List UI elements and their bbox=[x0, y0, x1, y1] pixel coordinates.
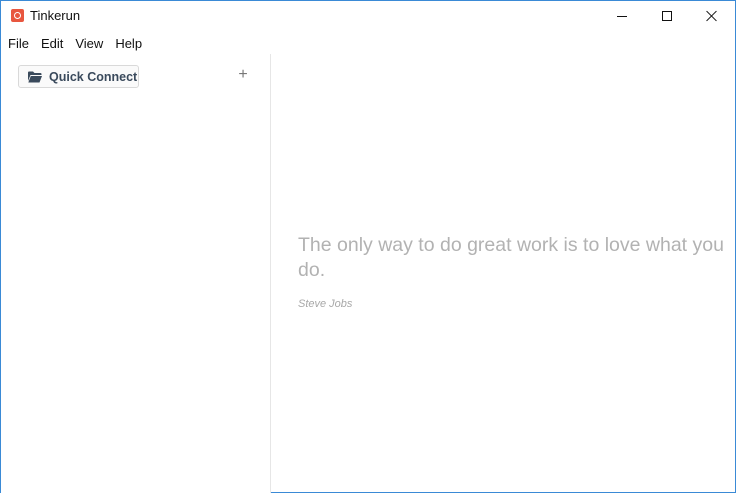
quick-connect-label: Quick Connect bbox=[49, 69, 138, 84]
app-window: Tinkerun File Edit View Help Quick Conne… bbox=[0, 0, 736, 493]
maximize-button[interactable] bbox=[644, 1, 690, 31]
minimize-icon bbox=[617, 15, 627, 17]
menu-file[interactable]: File bbox=[1, 36, 35, 51]
close-icon bbox=[706, 10, 718, 22]
menu-view[interactable]: View bbox=[69, 36, 109, 51]
menu-edit[interactable]: Edit bbox=[35, 36, 69, 51]
close-button[interactable] bbox=[689, 1, 735, 31]
quote-author: Steve Jobs bbox=[298, 298, 353, 310]
main-panel: The only way to do great work is to love… bbox=[272, 54, 735, 493]
folder-icon bbox=[28, 71, 42, 82]
quote-text: The only way to do great work is to love… bbox=[298, 234, 724, 281]
minimize-button[interactable] bbox=[599, 1, 645, 31]
menu-help[interactable]: Help bbox=[109, 36, 148, 51]
window-title: Tinkerun bbox=[30, 8, 81, 23]
maximize-icon bbox=[662, 11, 672, 21]
quick-connect-button[interactable]: Quick Connect bbox=[18, 65, 139, 88]
add-connection-button[interactable]: + bbox=[234, 65, 252, 85]
menu-bar: File Edit View Help bbox=[1, 32, 148, 54]
title-bar[interactable]: Tinkerun bbox=[1, 1, 735, 31]
sidebar: Quick Connect + bbox=[1, 54, 271, 493]
tinkerun-app-icon bbox=[11, 9, 24, 22]
